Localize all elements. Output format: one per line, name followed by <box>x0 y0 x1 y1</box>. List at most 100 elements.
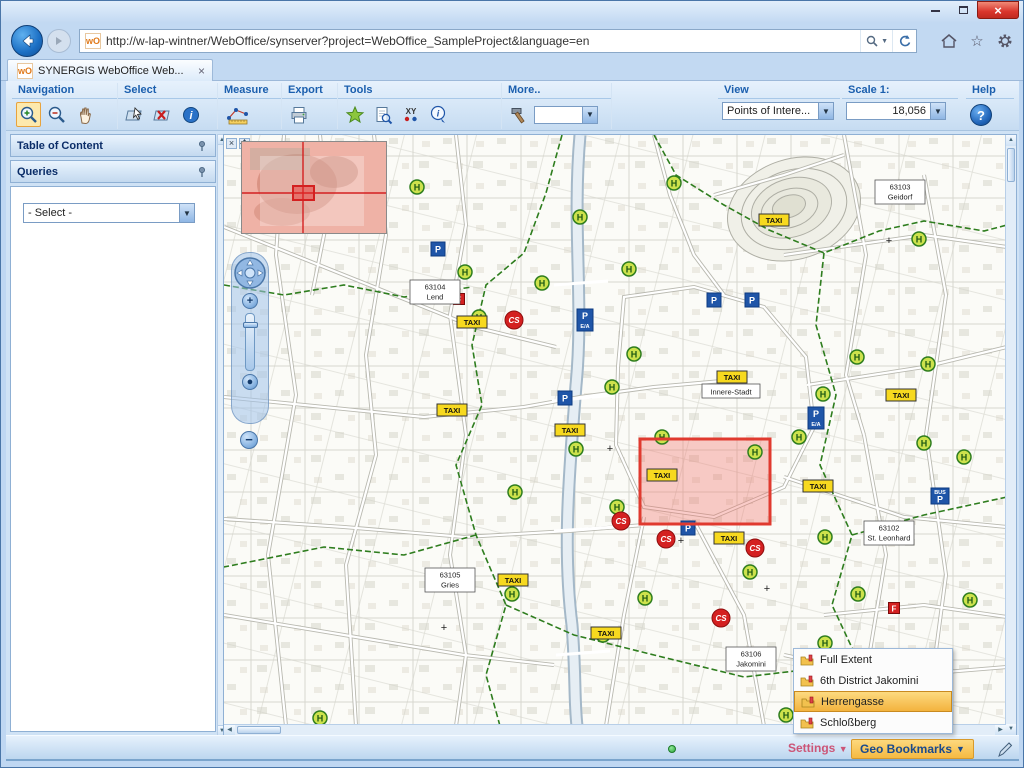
print-preview-button[interactable] <box>370 102 395 127</box>
map-nav-widget[interactable]: + ● <box>231 252 269 424</box>
identify-balloon-button[interactable]: i <box>426 102 451 127</box>
geo-bookmark-item[interactable]: Full Extent <box>794 649 952 670</box>
svg-text:XY: XY <box>405 107 416 116</box>
settings-button[interactable]: Settings ▼ <box>788 741 848 755</box>
identify-balloon-icon: i <box>429 105 449 125</box>
toolbar-section-scale: Scale 1: 18,056 ▼ <box>842 83 958 129</box>
panel-queries[interactable]: Queries <box>10 160 216 183</box>
scroll-up-icon[interactable]: ▲ <box>1006 135 1016 146</box>
scale-input[interactable]: 18,056 ▼ <box>846 102 946 120</box>
svg-text:Lend: Lend <box>427 293 444 302</box>
zoom-out-tool-button[interactable] <box>44 102 69 127</box>
view-select-caret-icon[interactable]: ▼ <box>818 103 833 119</box>
svg-text:E/A: E/A <box>811 422 820 428</box>
pan-tool-button[interactable] <box>72 102 97 127</box>
scroll-right-icon[interactable]: ▶ <box>995 725 1006 735</box>
svg-text:H: H <box>796 433 803 443</box>
measure-tool-button[interactable] <box>222 102 256 127</box>
overview-extent-box[interactable] <box>293 186 314 200</box>
church-cross-marker: + <box>678 535 684 547</box>
info-icon: i <box>181 105 201 125</box>
geo-bookmark-label: Schloßberg <box>820 717 876 729</box>
back-button[interactable] <box>11 25 43 57</box>
query-select[interactable]: - Select - ▼ <box>23 203 195 223</box>
title-bar: × <box>1 1 1023 23</box>
forward-button[interactable] <box>47 29 71 53</box>
svg-text:H: H <box>631 350 638 360</box>
view-select[interactable]: Points of Intere... ▼ <box>722 102 834 120</box>
settings-gear-button[interactable] <box>995 31 1015 51</box>
tab-close-icon[interactable]: × <box>195 64 208 78</box>
bookmark-folder-icon <box>800 717 814 729</box>
geo-bookmarks-caret-icon: ▼ <box>956 744 965 754</box>
svg-text:E/A: E/A <box>580 324 589 330</box>
pan-hand-icon <box>75 105 95 125</box>
more-tool-select[interactable]: ▼ <box>534 106 598 124</box>
xy-coordinates-button[interactable]: XY <box>398 102 423 127</box>
vertical-scroll-thumb[interactable] <box>1007 148 1015 182</box>
geo-bookmark-item-selected[interactable]: Herrengasse <box>794 691 952 712</box>
url-text[interactable]: http://w-lap-wintner/WebOffice/synserver… <box>106 34 860 48</box>
zoom-slider-handle[interactable] <box>243 322 258 328</box>
scale-caret-icon[interactable]: ▼ <box>930 103 945 119</box>
maximize-button[interactable] <box>949 1 977 19</box>
clear-selection-button[interactable] <box>150 102 175 127</box>
home-button[interactable] <box>939 31 959 51</box>
panel-table-of-content[interactable]: Table of Content <box>10 134 216 157</box>
advanced-tools-button[interactable] <box>506 102 531 127</box>
church-cross-marker: + <box>764 583 770 595</box>
tab-weboffice[interactable]: wO SYNERGIS WebOffice Web... × <box>7 59 213 81</box>
sidebar: Table of Content Queries - Select - ▼ <box>10 134 216 736</box>
overview-close-icon[interactable]: × <box>226 138 237 149</box>
zoom-step-button[interactable]: ● <box>242 374 258 390</box>
page-magnifier-icon <box>373 105 393 125</box>
geo-bookmark-item[interactable]: 6th District Jakomini <box>794 670 952 691</box>
svg-text:63102: 63102 <box>879 524 900 533</box>
section-label-measure: Measure <box>218 83 281 99</box>
print-button[interactable] <box>286 102 311 127</box>
favorites-button[interactable]: ☆ <box>967 31 987 51</box>
help-button[interactable]: ? <box>970 104 992 126</box>
zoom-out-button[interactable]: − <box>240 431 258 449</box>
close-button[interactable]: × <box>977 1 1019 19</box>
overview-map[interactable] <box>241 141 387 234</box>
toolbar: Navigation Select <box>6 81 1019 131</box>
gear-icon <box>996 32 1014 50</box>
svg-text:H: H <box>462 268 469 278</box>
scroll-left-icon[interactable]: ◀ <box>224 725 235 735</box>
view-select-value: Points of Intere... <box>723 105 818 117</box>
printer-icon <box>289 105 309 125</box>
section-label-more: More.. <box>502 83 611 99</box>
query-select-caret-icon[interactable]: ▼ <box>179 204 194 222</box>
refresh-button[interactable] <box>892 30 916 52</box>
pin-icon[interactable] <box>197 166 209 178</box>
geo-bookmarks-button[interactable]: Geo Bookmarks ▼ <box>851 739 974 759</box>
geo-bookmark-item[interactable]: Schloßberg <box>794 712 952 733</box>
bookmark-folder-icon <box>800 654 814 666</box>
pin-icon[interactable] <box>197 140 209 152</box>
add-favorite-button[interactable] <box>342 102 367 127</box>
section-label-scale: Scale 1: <box>842 83 958 99</box>
minimize-button[interactable] <box>921 1 949 19</box>
address-input[interactable]: wO http://w-lap-wintner/WebOffice/synser… <box>79 29 917 53</box>
church-cross-marker: + <box>886 235 892 247</box>
more-select-caret-icon[interactable]: ▼ <box>582 107 597 123</box>
search-dropdown-button[interactable]: ▼ <box>860 30 892 52</box>
zoom-slider[interactable] <box>245 313 255 371</box>
horizontal-scroll-thumb[interactable] <box>237 726 281 734</box>
geo-bookmarks-menu: Full Extent 6th District Jakomini Herren… <box>793 648 953 734</box>
svg-text:P: P <box>813 409 819 419</box>
map-vertical-scrollbar[interactable]: ▲ ▼ <box>1005 135 1016 735</box>
map-area[interactable]: +++++PPPPPPE/APE/ABUSPFFHHHHHHHHHHHHHHHH… <box>223 134 1017 736</box>
zoom-in-tool-button[interactable] <box>16 102 41 127</box>
edit-tools-button[interactable] <box>996 740 1014 763</box>
svg-text:H: H <box>822 639 829 649</box>
identify-tool-button[interactable]: i <box>178 102 203 127</box>
select-tool-button[interactable] <box>122 102 147 127</box>
pan-compass[interactable] <box>233 256 267 290</box>
svg-text:H: H <box>822 533 829 543</box>
zoom-in-button[interactable]: + <box>242 293 258 309</box>
svg-text:CS: CS <box>715 614 727 623</box>
scroll-down-icon[interactable]: ▼ <box>1006 724 1016 735</box>
svg-text:H: H <box>921 439 928 449</box>
